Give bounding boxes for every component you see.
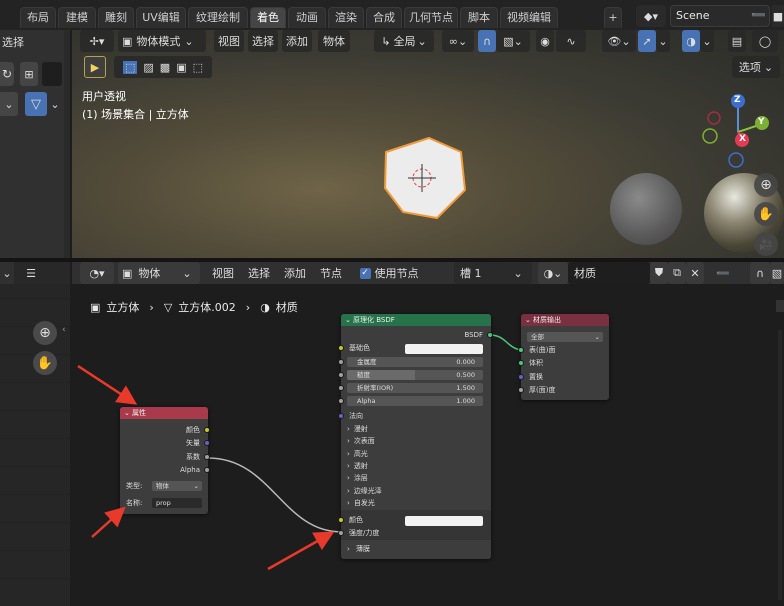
arrow-to-attribute-node (77, 364, 138, 405)
annotation-arrows (77, 364, 335, 571)
node-editor-scrollbar[interactable] (778, 330, 782, 600)
arrow-to-name-field (91, 506, 126, 538)
arrow-to-emission-strength (267, 531, 335, 571)
